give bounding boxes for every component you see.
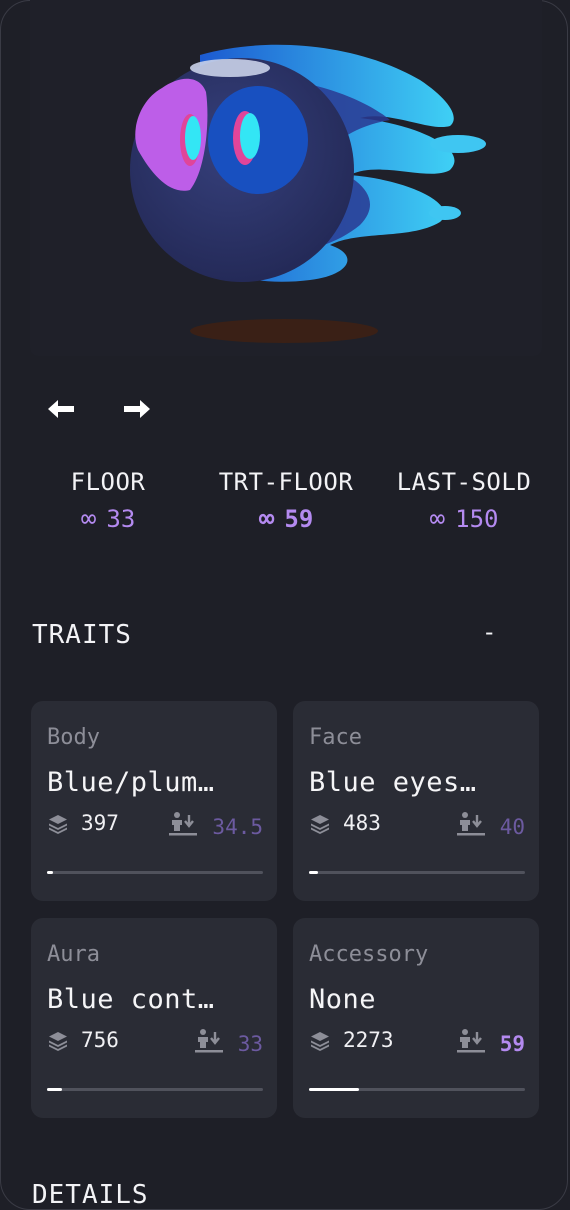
rarity-bar bbox=[309, 1088, 525, 1091]
infinity-icon: ∞ bbox=[258, 504, 275, 534]
rarity-bar bbox=[47, 871, 263, 874]
trait-value: None bbox=[309, 984, 377, 1015]
trait-floor: 59 bbox=[499, 1031, 525, 1056]
trait-floor: 34.5 bbox=[212, 814, 263, 839]
floor-sold-icon bbox=[456, 811, 486, 842]
stat-last-sold: LAST-SOLD ∞ 150 bbox=[384, 468, 544, 534]
trait-category: Face bbox=[309, 725, 362, 750]
image-navigation bbox=[44, 394, 164, 424]
previous-arrow-icon[interactable] bbox=[44, 394, 76, 424]
floor-sold-icon bbox=[194, 1028, 224, 1059]
trait-card-face[interactable]: Face Blue eyes… 483 40 bbox=[293, 701, 539, 901]
rarity-bar-fill bbox=[309, 1088, 359, 1091]
details-heading: DETAILS bbox=[32, 1180, 149, 1210]
rarity-bar-fill bbox=[47, 1088, 63, 1091]
nft-image bbox=[30, 0, 542, 356]
infinity-icon: ∞ bbox=[429, 504, 446, 534]
trait-floor: 40 bbox=[499, 814, 525, 839]
ghost-creature-illustration bbox=[130, 44, 486, 343]
stat-label: TRT-FLOOR bbox=[218, 468, 354, 496]
stat-label: FLOOR bbox=[70, 468, 146, 496]
layers-icon bbox=[309, 1030, 331, 1056]
floor-sold-icon bbox=[456, 1028, 486, 1059]
traits-heading: TRAITS bbox=[32, 620, 132, 650]
trait-value: Blue eyes… bbox=[309, 767, 477, 798]
rarity-bar-fill bbox=[309, 871, 318, 874]
trait-card-body[interactable]: Body Blue/plum… 397 34.5 bbox=[31, 701, 277, 901]
stat-value: 33 bbox=[106, 505, 136, 533]
stat-value: 150 bbox=[455, 505, 499, 533]
trait-card-aura[interactable]: Aura Blue cont… 756 33 bbox=[31, 918, 277, 1118]
price-stats: FLOOR ∞ 33 TRT-FLOOR ∞ 59 LAST-SOLD ∞ 150 bbox=[0, 468, 570, 548]
trait-floor: 33 bbox=[237, 1031, 263, 1056]
rarity-bar bbox=[309, 871, 525, 874]
trait-count: 397 bbox=[81, 811, 119, 835]
floor-sold-icon bbox=[168, 811, 198, 842]
stat-label: LAST-SOLD bbox=[396, 468, 532, 496]
trait-card-accessory[interactable]: Accessory None 2273 59 bbox=[293, 918, 539, 1118]
trait-category: Body bbox=[47, 725, 100, 750]
trait-category: Accessory bbox=[309, 942, 429, 967]
trait-value: Blue cont… bbox=[47, 984, 215, 1015]
rarity-bar-fill bbox=[47, 871, 54, 874]
stat-value: 59 bbox=[284, 505, 314, 533]
rarity-bar bbox=[47, 1088, 263, 1091]
trait-value: Blue/plum… bbox=[47, 767, 215, 798]
trait-count: 2273 bbox=[343, 1028, 394, 1052]
trait-count: 483 bbox=[343, 811, 381, 835]
next-arrow-icon[interactable] bbox=[122, 394, 154, 424]
traits-collapse-toggle[interactable]: - bbox=[482, 618, 496, 646]
layers-icon bbox=[309, 813, 331, 839]
stat-floor: FLOOR ∞ 33 bbox=[40, 468, 176, 534]
layers-icon bbox=[47, 813, 69, 839]
trait-category: Aura bbox=[47, 942, 100, 967]
trait-count: 756 bbox=[81, 1028, 119, 1052]
layers-icon bbox=[47, 1030, 69, 1056]
infinity-icon: ∞ bbox=[80, 504, 97, 534]
stat-trt-floor: TRT-FLOOR ∞ 59 bbox=[204, 468, 368, 534]
